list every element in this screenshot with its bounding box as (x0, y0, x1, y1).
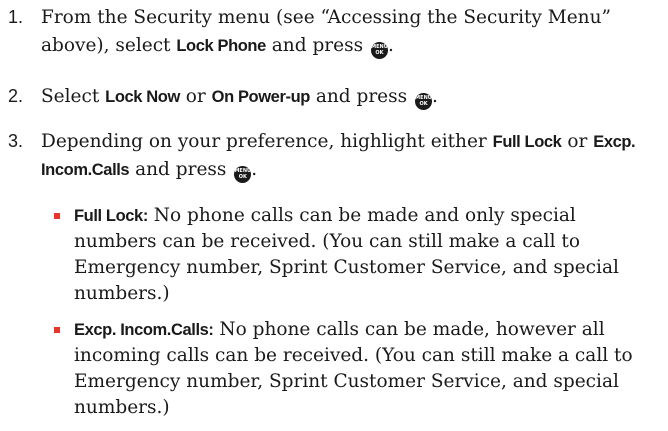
step-text-segment: and press (265, 35, 369, 56)
list-item: Full Lock: No phone calls can be made an… (53, 203, 653, 307)
step-text-end: . (432, 86, 438, 107)
step-text-segment: Depending on your preference, highlight … (41, 131, 493, 152)
step-text: From the Security menu (see “Accessing t… (41, 4, 653, 60)
key-icon-label-bottom: OK (375, 50, 384, 56)
menu-ok-key-icon: MENU OK (234, 166, 252, 183)
list-item: Excp. Incom.Calls: No phone calls can be… (53, 317, 653, 421)
menu-option-on-power-up: On Power-up (211, 88, 311, 106)
step-1: 1. From the Security menu (see “Accessin… (8, 4, 658, 60)
step-number: 1. (8, 7, 24, 27)
bullet-term: Excp. Incom.Calls: (74, 321, 214, 339)
step-2: 2. Select Lock Now or On Power-up and pr… (8, 83, 658, 111)
step-text-segment: and press (309, 86, 413, 107)
step-text-segment: and press (129, 159, 233, 180)
step-text-end: . (251, 159, 258, 180)
menu-ok-key-icon: MENU OK (370, 42, 388, 59)
menu-option-lock-now: Lock Now (105, 88, 180, 106)
bullet-square-icon (54, 213, 60, 219)
menu-option-full-lock: Full Lock (492, 133, 562, 151)
step-text-end: . (387, 35, 394, 56)
option-descriptions: Full Lock: No phone calls can be made an… (53, 203, 653, 431)
step-number: 2. (8, 86, 24, 106)
step-text-segment: or (561, 131, 594, 152)
bullet-square-icon (54, 327, 60, 333)
bullet-description: No phone calls can be made and only spec… (74, 205, 619, 304)
step-text: Select Lock Now or On Power-up and press… (41, 83, 653, 111)
step-text-segment: Select (41, 86, 106, 107)
step-text-segment: or (179, 86, 212, 107)
step-text: Depending on your preference, highlight … (41, 128, 653, 184)
step-number: 3. (8, 131, 24, 151)
step-3: 3. Depending on your preference, highlig… (8, 128, 658, 184)
menu-ok-key-icon: MENU OK (415, 93, 432, 110)
instruction-page: 1. From the Security menu (see “Accessin… (0, 0, 668, 427)
bullet-term: Full Lock: (74, 207, 148, 225)
menu-option-lock-phone: Lock Phone (176, 37, 266, 55)
key-icon-label-bottom: OK (238, 174, 247, 180)
key-icon-label-bottom: OK (419, 101, 428, 107)
